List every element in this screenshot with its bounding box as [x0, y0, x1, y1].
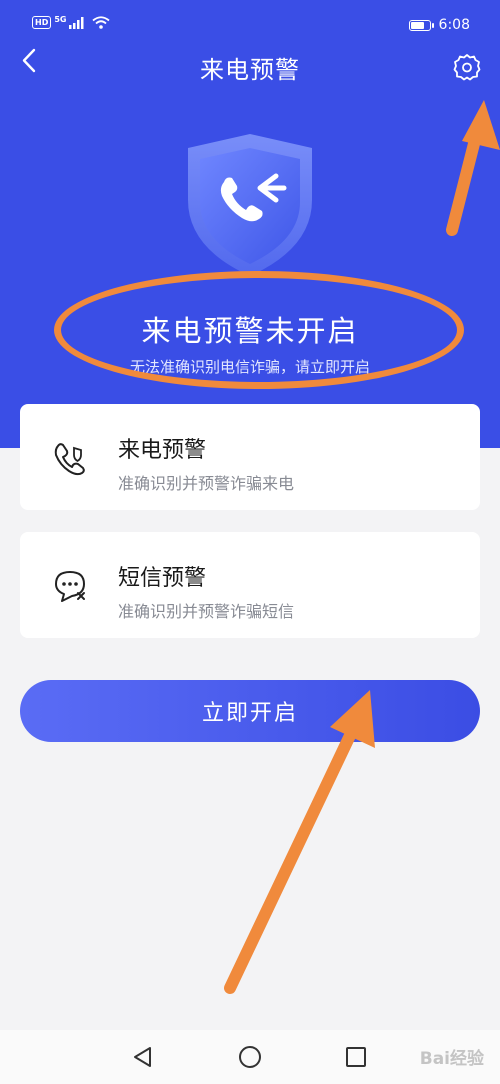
battery-icon — [408, 19, 434, 31]
feature-desc: 准确识别并预警诈骗来电 — [118, 474, 295, 493]
hd-badge: HD — [32, 16, 52, 29]
feature-desc: 准确识别并预警诈骗短信 — [118, 602, 295, 621]
circle-home-icon[interactable] — [237, 1044, 263, 1070]
shield-phone-icon — [188, 134, 312, 276]
status-left: HD 5G — [32, 15, 111, 29]
feature-title: 短信预警 — [118, 566, 207, 591]
feature-card-sms[interactable]: 短信预警 准确识别并预警诈骗短信 — [20, 532, 480, 638]
status-time: 6:08 — [438, 17, 470, 33]
status-bar: HD 5G 6:08 — [0, 0, 500, 52]
feature-card-call[interactable]: 来电预警 准确识别并预警诈骗来电 — [20, 404, 480, 510]
signal-icon — [69, 16, 84, 29]
page-title: 来电预警 — [200, 56, 300, 84]
settings-button[interactable] — [452, 52, 482, 82]
annotation-ellipse — [54, 271, 464, 389]
status-right: 6:08 — [408, 17, 470, 33]
triangle-back-icon[interactable] — [130, 1044, 156, 1070]
square-recents-icon[interactable] — [343, 1044, 369, 1070]
gear-icon — [453, 54, 481, 81]
battery-fill — [410, 21, 425, 29]
enable-now-button[interactable]: 立即开启 — [20, 680, 480, 742]
message-warning-icon — [55, 571, 85, 602]
network-label: 5G — [54, 15, 67, 24]
feature-title: 来电预警 — [118, 438, 207, 463]
wifi-icon — [92, 16, 111, 29]
phone-shield-icon — [54, 443, 85, 476]
watermark: Bai经验 — [419, 1049, 484, 1069]
